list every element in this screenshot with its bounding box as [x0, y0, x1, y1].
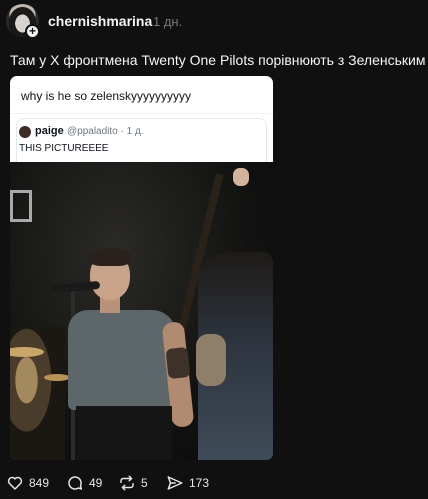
like-button[interactable]: 849 — [6, 472, 49, 494]
quote-divider — [10, 113, 273, 114]
like-count: 849 — [29, 476, 50, 490]
singer-hair — [89, 248, 131, 266]
repost-count: 5 — [141, 476, 148, 490]
send-icon — [167, 476, 183, 490]
post-header: + chernishmarina 1 дн. — [6, 4, 422, 40]
arm-tattoo — [165, 346, 191, 380]
singer-pants — [76, 406, 172, 460]
comment-count: 49 — [89, 476, 103, 490]
author-username[interactable]: chernishmarina — [48, 13, 152, 29]
guitarist-hand — [233, 168, 249, 186]
repost-icon — [120, 475, 134, 491]
share-count: 173 — [189, 476, 210, 490]
stage-light — [10, 190, 32, 222]
inner-quote-name: paige — [35, 125, 64, 137]
repost-button[interactable]: 5 — [118, 472, 148, 494]
inner-quote-handle: @ppaladito · 1 д. — [67, 126, 144, 137]
post-timestamp: 1 дн. — [153, 14, 183, 29]
heart-icon — [7, 476, 23, 490]
concert-photo — [10, 162, 273, 460]
follow-plus-icon[interactable]: + — [25, 24, 40, 39]
action-bar: 849 49 5 173 — [6, 472, 426, 494]
inner-quote-body: THIS PICTUREEEE — [19, 143, 109, 154]
inner-quote-avatar — [19, 126, 31, 138]
comment-button[interactable]: 49 — [66, 472, 102, 494]
post-text: Там у Х фронтмена Twenty One Pilots порі… — [10, 52, 428, 68]
quoted-tweet-text: why is he so zelenskyyyyyyyyyy — [21, 89, 192, 103]
guitar-body — [196, 334, 226, 386]
comment-icon — [68, 476, 83, 490]
singer-shirt — [68, 310, 176, 410]
post-text-content: Там у Х фронтмена Twenty One Pilots порі… — [10, 52, 426, 68]
cymbal-small — [44, 374, 70, 381]
share-button[interactable]: 173 — [166, 472, 209, 494]
quoted-post-image[interactable]: why is he so zelenskyyyyyyyyyy paige @pp… — [10, 76, 273, 460]
